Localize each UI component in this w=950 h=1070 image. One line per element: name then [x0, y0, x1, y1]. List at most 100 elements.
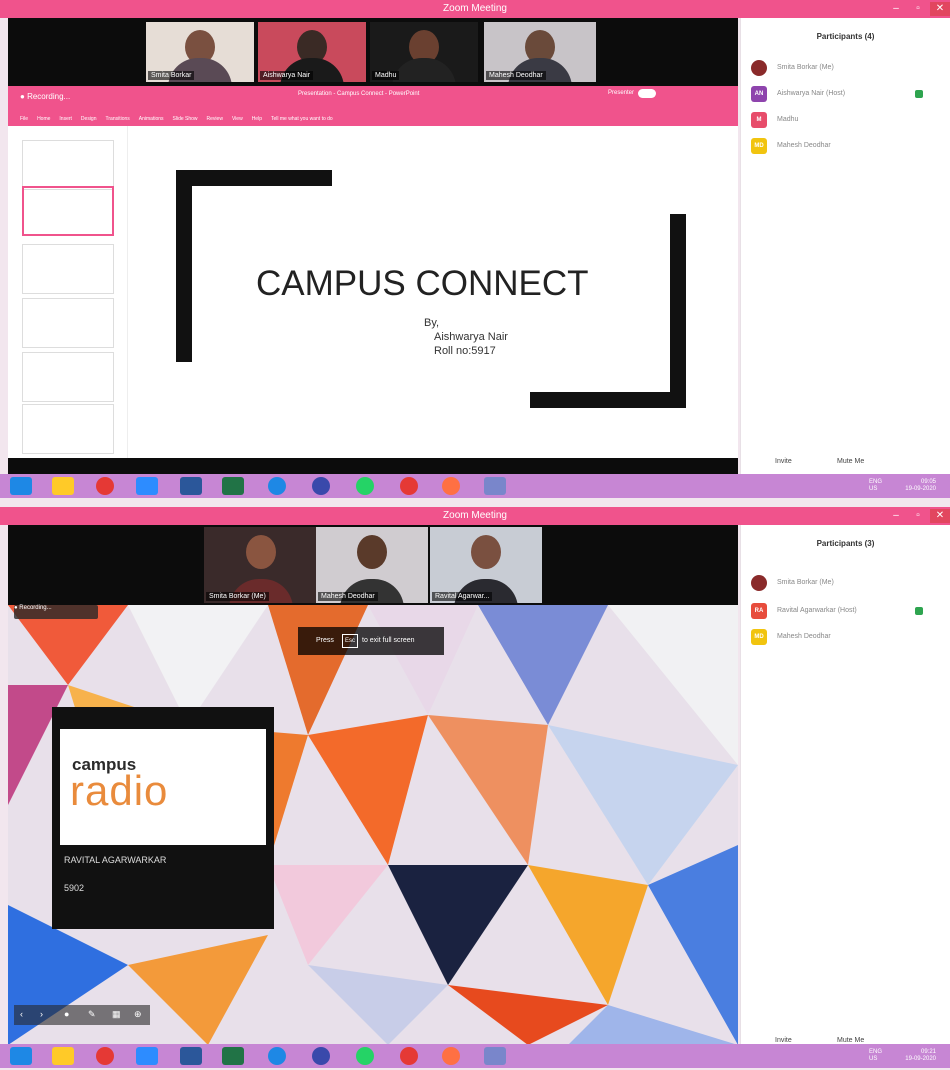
- ribbon-tab[interactable]: Review: [207, 116, 223, 122]
- participant-face: [357, 535, 387, 569]
- zoom-icon[interactable]: [136, 1047, 158, 1065]
- slide-thumbnail[interactable]: [22, 404, 114, 454]
- pointer-icon[interactable]: ●: [64, 1009, 69, 1019]
- firefox-icon[interactable]: [442, 477, 460, 495]
- region-code: US: [868, 1056, 878, 1062]
- ribbon-tab[interactable]: Insert: [59, 116, 72, 122]
- participant-row[interactable]: Smita Borkar (Me): [751, 575, 946, 591]
- ribbon-tab[interactable]: Design: [81, 116, 97, 122]
- video-tile[interactable]: Ravital Agarwar...: [430, 527, 542, 603]
- zoom-slide-icon[interactable]: ⊕: [134, 1009, 142, 1020]
- campus-radio-logo: campus radio: [60, 729, 266, 845]
- close-icon[interactable]: ✕: [930, 2, 950, 16]
- video-tile-name: Mahesh Deodhar: [318, 592, 378, 601]
- slides-grid-icon[interactable]: ▦: [112, 1009, 121, 1020]
- slide-bracket: [176, 170, 192, 362]
- window-titlebar[interactable]: Zoom Meeting – ▫ ✕: [0, 0, 950, 18]
- whatsapp-icon[interactable]: [356, 477, 374, 495]
- presenter-roll: 5902: [64, 883, 85, 893]
- photos-icon[interactable]: [484, 1047, 506, 1065]
- photos-icon[interactable]: [484, 477, 506, 495]
- windows-start-icon[interactable]: [10, 1047, 32, 1065]
- participant-row[interactable]: AN Aishwarya Nair (Host): [751, 86, 946, 102]
- slide-roll: Roll no:5917: [434, 345, 496, 357]
- slideshow-controls: ‹ › ● ✎ ▦ ⊕: [14, 1005, 150, 1025]
- file-explorer-icon[interactable]: [52, 477, 74, 495]
- slide-thumbnail[interactable]: [22, 352, 114, 402]
- ie-icon[interactable]: [268, 477, 286, 495]
- ie-icon[interactable]: [268, 1047, 286, 1065]
- input-language[interactable]: ENG US: [869, 479, 882, 493]
- participant-row[interactable]: MD Mahesh Deodhar: [751, 629, 946, 645]
- file-explorer-icon[interactable]: [52, 1047, 74, 1065]
- firefox-icon[interactable]: [442, 1047, 460, 1065]
- slide-thumbnail-selected[interactable]: [22, 186, 114, 236]
- system-clock[interactable]: 09:05 19-09-2020: [905, 479, 936, 493]
- ribbon-tab[interactable]: Slide Show: [173, 116, 198, 122]
- system-clock[interactable]: 09:21 19-09-2020: [905, 1049, 936, 1063]
- chrome-icon[interactable]: [96, 477, 114, 495]
- slide-canvas[interactable]: CAMPUS CONNECT By, Aishwarya Nair Roll n…: [128, 126, 738, 460]
- recording-indicator[interactable]: ● Recording...: [20, 92, 70, 101]
- media-icon[interactable]: [312, 477, 330, 495]
- ribbon-tab[interactable]: Transitions: [106, 116, 130, 122]
- slide-thumbnail[interactable]: [22, 298, 114, 348]
- video-tile[interactable]: Smita Borkar (Me): [204, 527, 318, 603]
- excel-icon[interactable]: [222, 477, 244, 495]
- ribbon-tab[interactable]: Help: [252, 116, 262, 122]
- zoom-icon[interactable]: [136, 477, 158, 495]
- prev-slide-icon[interactable]: ‹: [20, 1009, 23, 1019]
- maximize-icon[interactable]: ▫: [908, 509, 928, 523]
- opera-icon[interactable]: [400, 1047, 418, 1065]
- maximize-icon[interactable]: ▫: [908, 2, 928, 16]
- ribbon-tab[interactable]: File: [20, 116, 28, 122]
- window-titlebar[interactable]: Zoom Meeting – ▫ ✕: [0, 507, 950, 525]
- video-tile[interactable]: Smita Borkar: [146, 22, 254, 82]
- windows-start-icon[interactable]: [10, 477, 32, 495]
- slide-title: CAMPUS CONNECT: [256, 264, 589, 303]
- ribbon-tab[interactable]: View: [232, 116, 243, 122]
- recording-label: Recording...: [27, 92, 71, 101]
- participant-row[interactable]: RA Ravital Agarwarkar (Host): [751, 603, 946, 619]
- minimize-icon[interactable]: –: [886, 2, 906, 16]
- mute-me-button[interactable]: Mute Me: [837, 458, 864, 465]
- window-title: Zoom Meeting: [443, 510, 507, 521]
- esc-key: Esc: [342, 634, 358, 648]
- video-tile-name: Smita Borkar: [148, 71, 195, 80]
- close-icon[interactable]: ✕: [930, 509, 950, 523]
- mute-me-button[interactable]: Mute Me: [837, 1037, 864, 1044]
- tell-me-search[interactable]: Tell me what you want to do: [271, 116, 333, 122]
- recording-indicator[interactable]: ● Recording...: [14, 605, 98, 619]
- chrome-icon[interactable]: [96, 1047, 114, 1065]
- presenter-toggle[interactable]: [638, 89, 656, 98]
- slide-thumbnail[interactable]: [22, 244, 114, 294]
- video-tile[interactable]: Madhu: [370, 22, 478, 82]
- region-code: US: [868, 486, 878, 492]
- word-icon[interactable]: [180, 477, 202, 495]
- word-icon[interactable]: [180, 1047, 202, 1065]
- video-tile[interactable]: Mahesh Deodhar: [484, 22, 596, 82]
- video-tile-name: Madhu: [372, 71, 400, 80]
- ribbon-tab[interactable]: Animations: [139, 116, 164, 122]
- participant-row[interactable]: M Madhu: [751, 112, 946, 128]
- excel-icon[interactable]: [222, 1047, 244, 1065]
- video-tile[interactable]: Mahesh Deodhar: [316, 527, 428, 603]
- participant-name: Smita Borkar (Me): [777, 64, 834, 71]
- minimize-icon[interactable]: –: [886, 509, 906, 523]
- input-language[interactable]: ENG US: [869, 1049, 882, 1063]
- invite-button[interactable]: Invite: [775, 458, 792, 465]
- video-status-icon: [915, 90, 923, 98]
- participant-row[interactable]: MD Mahesh Deodhar: [751, 138, 946, 154]
- lang-code: ENG: [868, 479, 882, 485]
- whatsapp-icon[interactable]: [356, 1047, 374, 1065]
- slide-thumbnail[interactable]: [22, 140, 114, 190]
- pen-icon[interactable]: ✎: [88, 1009, 96, 1020]
- video-tile[interactable]: Aishwarya Nair: [258, 22, 366, 82]
- media-icon[interactable]: [312, 1047, 330, 1065]
- video-tile-name: Ravital Agarwar...: [432, 592, 493, 601]
- ribbon-tab[interactable]: Home: [37, 116, 50, 122]
- participant-row[interactable]: Smita Borkar (Me): [751, 60, 946, 76]
- next-slide-icon[interactable]: ›: [40, 1009, 43, 1019]
- invite-button[interactable]: Invite: [775, 1037, 792, 1044]
- opera-icon[interactable]: [400, 477, 418, 495]
